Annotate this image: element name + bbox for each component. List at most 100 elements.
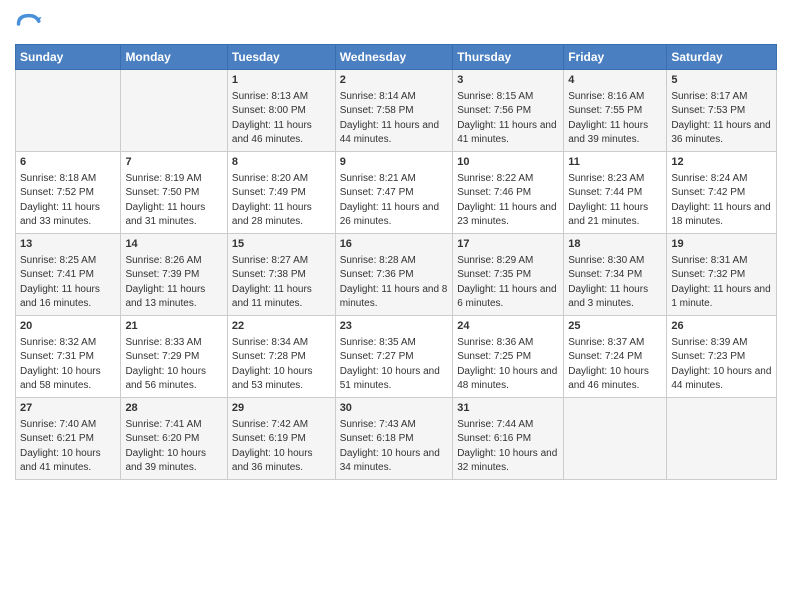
sunset-text: Sunset: 7:49 PM: [232, 186, 331, 201]
sunrise-text: Sunrise: 8:23 AM: [568, 172, 662, 187]
daylight-text: Daylight: 10 hours and 53 minutes.: [232, 365, 331, 394]
day-cell: [16, 70, 121, 152]
sunrise-text: Sunrise: 8:21 AM: [340, 172, 449, 187]
sunrise-text: Sunrise: 8:29 AM: [457, 254, 559, 269]
day-cell: 17Sunrise: 8:29 AMSunset: 7:35 PMDayligh…: [453, 233, 564, 315]
sunset-text: Sunset: 7:29 PM: [125, 350, 222, 365]
sunrise-text: Sunrise: 8:22 AM: [457, 172, 559, 187]
logo-icon: [15, 10, 43, 38]
day-cell: 11Sunrise: 8:23 AMSunset: 7:44 PMDayligh…: [564, 151, 667, 233]
day-number: 23: [340, 319, 449, 335]
sunset-text: Sunset: 7:58 PM: [340, 104, 449, 119]
day-cell: 1Sunrise: 8:13 AMSunset: 8:00 PMDaylight…: [227, 70, 335, 152]
day-cell: 7Sunrise: 8:19 AMSunset: 7:50 PMDaylight…: [121, 151, 227, 233]
header-row: SundayMondayTuesdayWednesdayThursdayFrid…: [16, 45, 777, 70]
day-number: 13: [20, 237, 116, 253]
daylight-text: Daylight: 11 hours and 46 minutes.: [232, 119, 331, 148]
sunrise-text: Sunrise: 8:24 AM: [671, 172, 772, 187]
daylight-text: Daylight: 10 hours and 39 minutes.: [125, 447, 222, 476]
week-row-2: 6Sunrise: 8:18 AMSunset: 7:52 PMDaylight…: [16, 151, 777, 233]
day-number: 11: [568, 155, 662, 171]
sunrise-text: Sunrise: 8:17 AM: [671, 90, 772, 105]
sunrise-text: Sunrise: 8:34 AM: [232, 336, 331, 351]
sunset-text: Sunset: 7:34 PM: [568, 268, 662, 283]
week-row-4: 20Sunrise: 8:32 AMSunset: 7:31 PMDayligh…: [16, 315, 777, 397]
col-header-friday: Friday: [564, 45, 667, 70]
day-number: 3: [457, 73, 559, 89]
day-number: 4: [568, 73, 662, 89]
day-cell: 26Sunrise: 8:39 AMSunset: 7:23 PMDayligh…: [667, 315, 777, 397]
sunset-text: Sunset: 7:27 PM: [340, 350, 449, 365]
daylight-text: Daylight: 10 hours and 56 minutes.: [125, 365, 222, 394]
sunset-text: Sunset: 6:19 PM: [232, 432, 331, 447]
day-cell: 20Sunrise: 8:32 AMSunset: 7:31 PMDayligh…: [16, 315, 121, 397]
sunrise-text: Sunrise: 8:14 AM: [340, 90, 449, 105]
day-number: 2: [340, 73, 449, 89]
day-number: 28: [125, 401, 222, 417]
sunrise-text: Sunrise: 8:39 AM: [671, 336, 772, 351]
day-number: 27: [20, 401, 116, 417]
daylight-text: Daylight: 10 hours and 32 minutes.: [457, 447, 559, 476]
daylight-text: Daylight: 11 hours and 16 minutes.: [20, 283, 116, 312]
day-number: 26: [671, 319, 772, 335]
sunrise-text: Sunrise: 7:43 AM: [340, 418, 449, 433]
sunset-text: Sunset: 6:16 PM: [457, 432, 559, 447]
sunrise-text: Sunrise: 7:40 AM: [20, 418, 116, 433]
daylight-text: Daylight: 11 hours and 28 minutes.: [232, 201, 331, 230]
sunrise-text: Sunrise: 8:15 AM: [457, 90, 559, 105]
col-header-saturday: Saturday: [667, 45, 777, 70]
day-cell: [121, 70, 227, 152]
daylight-text: Daylight: 11 hours and 13 minutes.: [125, 283, 222, 312]
sunset-text: Sunset: 7:28 PM: [232, 350, 331, 365]
sunrise-text: Sunrise: 8:16 AM: [568, 90, 662, 105]
day-number: 7: [125, 155, 222, 171]
sunrise-text: Sunrise: 8:26 AM: [125, 254, 222, 269]
day-cell: 14Sunrise: 8:26 AMSunset: 7:39 PMDayligh…: [121, 233, 227, 315]
sunrise-text: Sunrise: 7:41 AM: [125, 418, 222, 433]
sunrise-text: Sunrise: 7:44 AM: [457, 418, 559, 433]
day-cell: [564, 397, 667, 479]
sunset-text: Sunset: 7:47 PM: [340, 186, 449, 201]
day-number: 9: [340, 155, 449, 171]
day-number: 16: [340, 237, 449, 253]
sunset-text: Sunset: 7:36 PM: [340, 268, 449, 283]
sunset-text: Sunset: 6:18 PM: [340, 432, 449, 447]
sunset-text: Sunset: 7:23 PM: [671, 350, 772, 365]
sunrise-text: Sunrise: 8:25 AM: [20, 254, 116, 269]
day-cell: 12Sunrise: 8:24 AMSunset: 7:42 PMDayligh…: [667, 151, 777, 233]
daylight-text: Daylight: 10 hours and 48 minutes.: [457, 365, 559, 394]
day-cell: 10Sunrise: 8:22 AMSunset: 7:46 PMDayligh…: [453, 151, 564, 233]
day-number: 15: [232, 237, 331, 253]
daylight-text: Daylight: 11 hours and 44 minutes.: [340, 119, 449, 148]
day-number: 10: [457, 155, 559, 171]
sunset-text: Sunset: 7:44 PM: [568, 186, 662, 201]
day-cell: 24Sunrise: 8:36 AMSunset: 7:25 PMDayligh…: [453, 315, 564, 397]
day-cell: 5Sunrise: 8:17 AMSunset: 7:53 PMDaylight…: [667, 70, 777, 152]
day-number: 20: [20, 319, 116, 335]
daylight-text: Daylight: 11 hours and 1 minute.: [671, 283, 772, 312]
day-cell: 3Sunrise: 8:15 AMSunset: 7:56 PMDaylight…: [453, 70, 564, 152]
sunrise-text: Sunrise: 8:19 AM: [125, 172, 222, 187]
day-cell: 16Sunrise: 8:28 AMSunset: 7:36 PMDayligh…: [335, 233, 453, 315]
day-cell: 30Sunrise: 7:43 AMSunset: 6:18 PMDayligh…: [335, 397, 453, 479]
daylight-text: Daylight: 11 hours and 21 minutes.: [568, 201, 662, 230]
daylight-text: Daylight: 11 hours and 8 minutes.: [340, 283, 449, 312]
daylight-text: Daylight: 11 hours and 6 minutes.: [457, 283, 559, 312]
day-number: 17: [457, 237, 559, 253]
day-number: 6: [20, 155, 116, 171]
daylight-text: Daylight: 10 hours and 34 minutes.: [340, 447, 449, 476]
sunrise-text: Sunrise: 8:18 AM: [20, 172, 116, 187]
sunrise-text: Sunrise: 8:32 AM: [20, 336, 116, 351]
col-header-sunday: Sunday: [16, 45, 121, 70]
sunrise-text: Sunrise: 8:20 AM: [232, 172, 331, 187]
daylight-text: Daylight: 10 hours and 46 minutes.: [568, 365, 662, 394]
day-cell: 13Sunrise: 8:25 AMSunset: 7:41 PMDayligh…: [16, 233, 121, 315]
col-header-thursday: Thursday: [453, 45, 564, 70]
daylight-text: Daylight: 11 hours and 33 minutes.: [20, 201, 116, 230]
day-cell: 6Sunrise: 8:18 AMSunset: 7:52 PMDaylight…: [16, 151, 121, 233]
calendar-table: SundayMondayTuesdayWednesdayThursdayFrid…: [15, 44, 777, 480]
sunrise-text: Sunrise: 8:33 AM: [125, 336, 222, 351]
day-number: 24: [457, 319, 559, 335]
daylight-text: Daylight: 11 hours and 31 minutes.: [125, 201, 222, 230]
sunset-text: Sunset: 7:35 PM: [457, 268, 559, 283]
